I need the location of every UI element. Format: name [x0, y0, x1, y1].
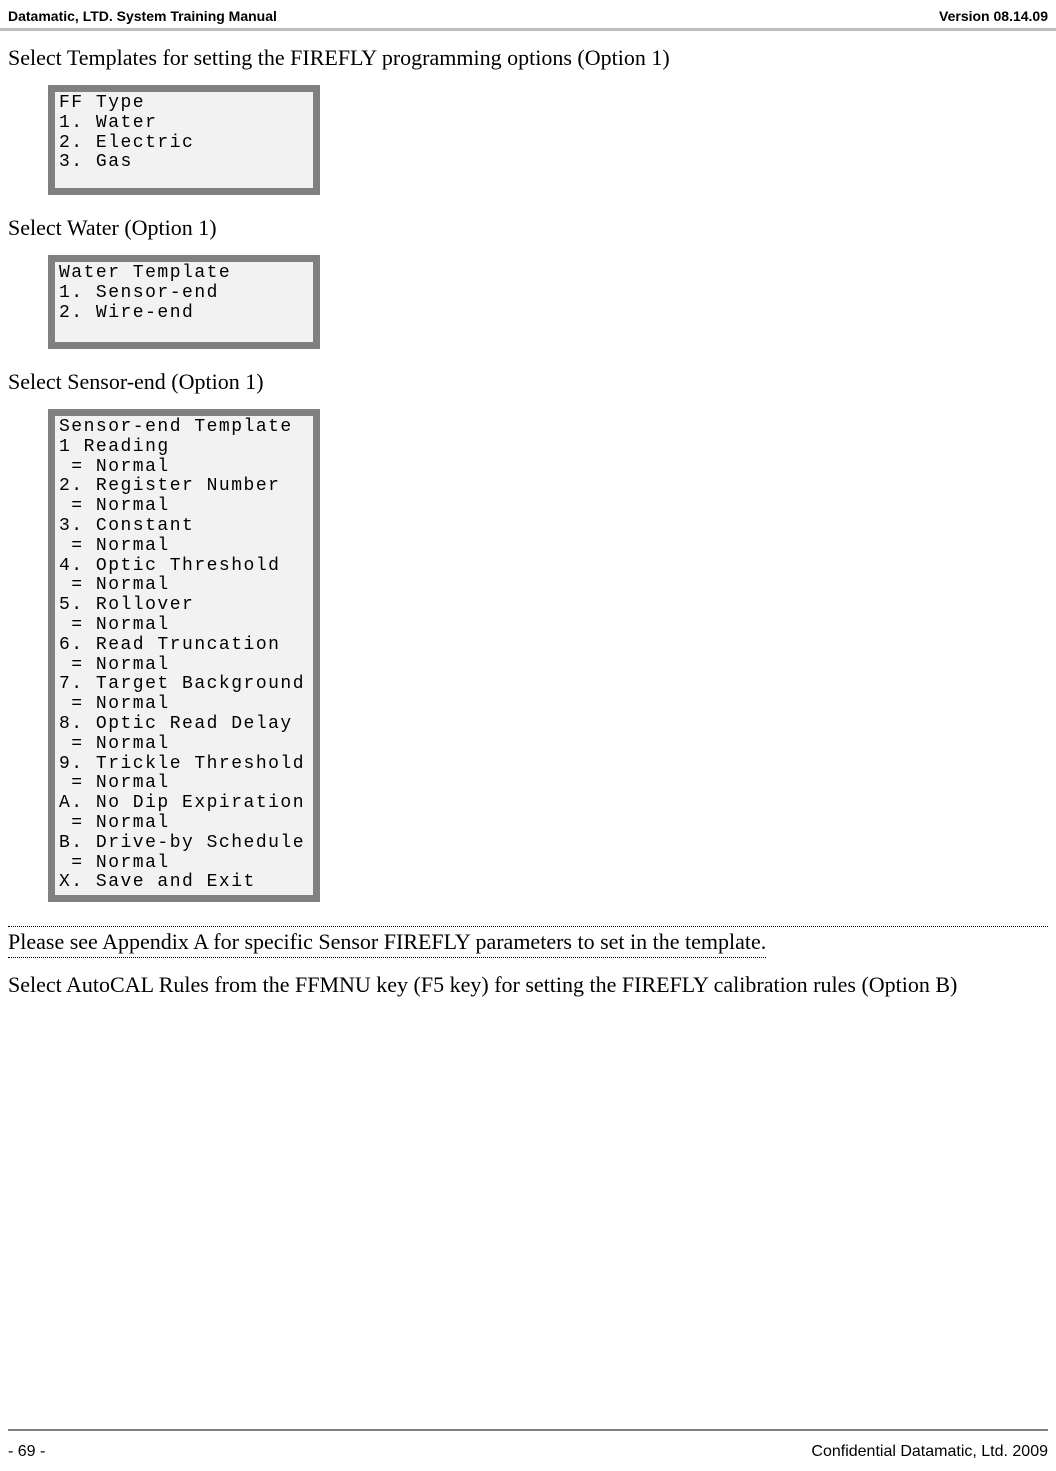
lcd-screen-ff-type: FF Type 1. Water 2. Electric 3. Gas [48, 85, 320, 195]
instruction-autocal-rules: Select AutoCAL Rules from the FFMNU key … [8, 972, 1048, 998]
confidential-notice: Confidential Datamatic, Ltd. 2009 [811, 1443, 1048, 1461]
instruction-select-sensor-end: Select Sensor-end (Option 1) [8, 369, 1048, 395]
lcd-text-ff-type: FF Type 1. Water 2. Electric 3. Gas [55, 92, 313, 188]
appendix-note: Please see Appendix A for specific Senso… [8, 929, 766, 958]
page-footer: - 69 - Confidential Datamatic, Ltd. 2009 [8, 1443, 1048, 1461]
instruction-select-templates: Select Templates for setting the FIREFLY… [8, 45, 1048, 71]
header-left: Datamatic, LTD. System Training Manual [8, 8, 277, 24]
lcd-screen-water-template: Water Template 1. Sensor-end 2. Wire-end [48, 255, 320, 349]
instruction-select-water: Select Water (Option 1) [8, 215, 1048, 241]
page-header: Datamatic, LTD. System Training Manual V… [0, 0, 1056, 31]
lcd-text-sensor-end-template: Sensor-end Template 1 Reading = Normal 2… [55, 416, 313, 895]
page-content: Select Templates for setting the FIREFLY… [0, 31, 1056, 1022]
lcd-text-water-template: Water Template 1. Sensor-end 2. Wire-end [55, 262, 313, 342]
footer-divider [8, 1429, 1048, 1431]
page-number: - 69 - [8, 1443, 45, 1461]
header-right: Version 08.14.09 [939, 8, 1048, 24]
lcd-screen-sensor-end-template: Sensor-end Template 1 Reading = Normal 2… [48, 409, 320, 902]
divider-top [8, 926, 1048, 927]
